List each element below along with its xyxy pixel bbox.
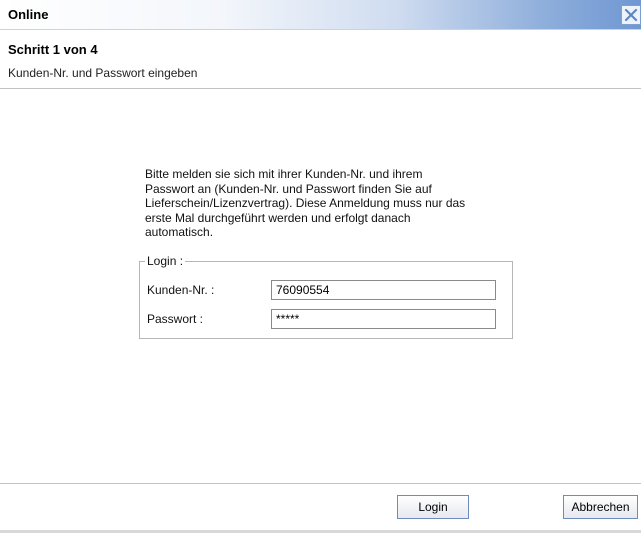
step-title: Schritt 1 von 4 (8, 42, 98, 57)
close-icon (624, 8, 638, 22)
cancel-button[interactable]: Abbrechen (563, 495, 638, 519)
intro-line: erste Mal durchgeführt werden und erfolg… (145, 210, 411, 225)
intro-text: Bitte melden sie sich mit ihrer Kunden-N… (145, 167, 515, 240)
intro-line: Passwort an (Kunden-Nr. und Passwort fin… (145, 181, 432, 196)
window-title: Online (8, 7, 49, 22)
password-label: Passwort : (147, 312, 204, 326)
login-group-legend: Login : (145, 254, 186, 268)
wizard-content: Bitte melden sie sich mit ihrer Kunden-N… (0, 90, 641, 483)
intro-line: automatisch. (145, 225, 214, 239)
intro-line: Lieferschein/Lizenzvertrag). Diese Anmel… (145, 196, 466, 210)
customer-number-label: Kunden-Nr. : (147, 283, 215, 297)
wizard-footer: Login Abbrechen (0, 483, 641, 533)
wizard-header: Schritt 1 von 4 Kunden-Nr. und Passwort … (0, 31, 641, 89)
close-button[interactable] (621, 5, 641, 25)
intro-line: Bitte melden sie sich mit ihrer Kunden-N… (145, 167, 423, 181)
title-bar: Online (0, 0, 641, 30)
customer-number-input[interactable] (271, 280, 496, 300)
password-input[interactable] (271, 309, 496, 329)
step-subtitle: Kunden-Nr. und Passwort eingeben (8, 66, 198, 80)
login-button[interactable]: Login (397, 495, 469, 519)
